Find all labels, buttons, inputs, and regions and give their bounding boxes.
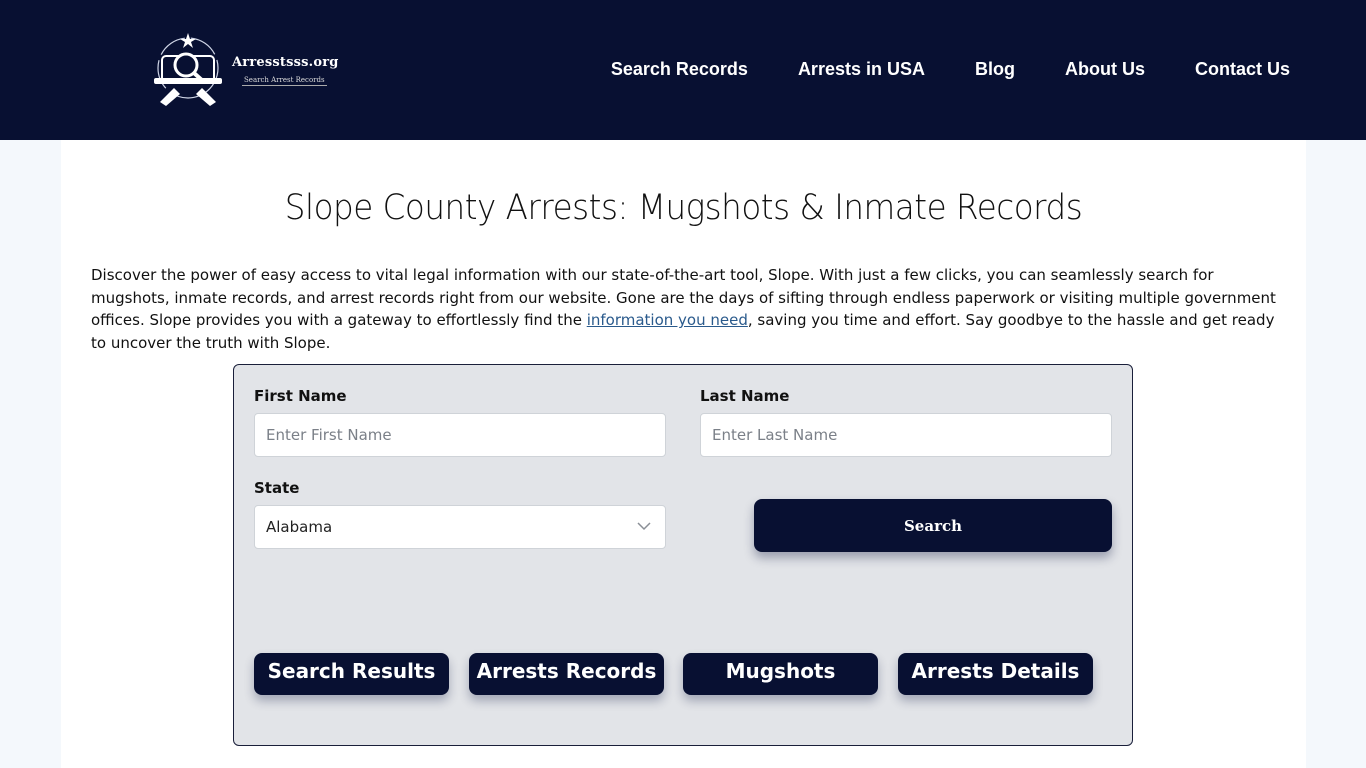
information-link[interactable]: information you need <box>587 311 748 329</box>
state-selected-value: Alabama <box>266 518 333 536</box>
nav-blog[interactable]: Blog <box>975 58 1015 80</box>
nav-about-us[interactable]: About Us <box>1065 58 1145 80</box>
chevron-down-icon <box>637 522 651 531</box>
logo-name: Arresstsss.org <box>232 54 339 70</box>
first-name-label: First Name <box>254 387 347 405</box>
site-header: Arresstsss.org Search Arrest Records Sea… <box>0 0 1366 140</box>
main-nav: Search Records Arrests in USA Blog About… <box>611 58 1290 80</box>
main-content: Slope County Arrests: Mugshots & Inmate … <box>61 140 1306 768</box>
site-logo[interactable]: Arresstsss.org Search Arrest Records <box>150 30 350 110</box>
arrests-details-button[interactable]: Arrests Details <box>898 653 1093 695</box>
search-form: First Name Last Name State Alabama Searc… <box>233 364 1133 746</box>
nav-contact-us[interactable]: Contact Us <box>1195 58 1290 80</box>
state-select[interactable]: Alabama <box>254 505 666 549</box>
first-name-input[interactable] <box>254 413 666 457</box>
last-name-label: Last Name <box>700 387 790 405</box>
logo-emblem-icon <box>154 33 222 106</box>
nav-search-records[interactable]: Search Records <box>611 58 748 80</box>
search-results-button[interactable]: Search Results <box>254 653 449 695</box>
page-title: Slope County Arrests: Mugshots & Inmate … <box>284 188 1083 228</box>
logo-tagline: Search Arrest Records <box>242 75 327 86</box>
arrests-records-button[interactable]: Arrests Records <box>469 653 664 695</box>
nav-arrests-in-usa[interactable]: Arrests in USA <box>798 58 925 80</box>
state-label: State <box>254 479 300 497</box>
intro-paragraph: Discover the power of easy access to vit… <box>91 264 1276 354</box>
last-name-input[interactable] <box>700 413 1112 457</box>
mugshots-button[interactable]: Mugshots <box>683 653 878 695</box>
search-button[interactable]: Search <box>754 499 1112 552</box>
